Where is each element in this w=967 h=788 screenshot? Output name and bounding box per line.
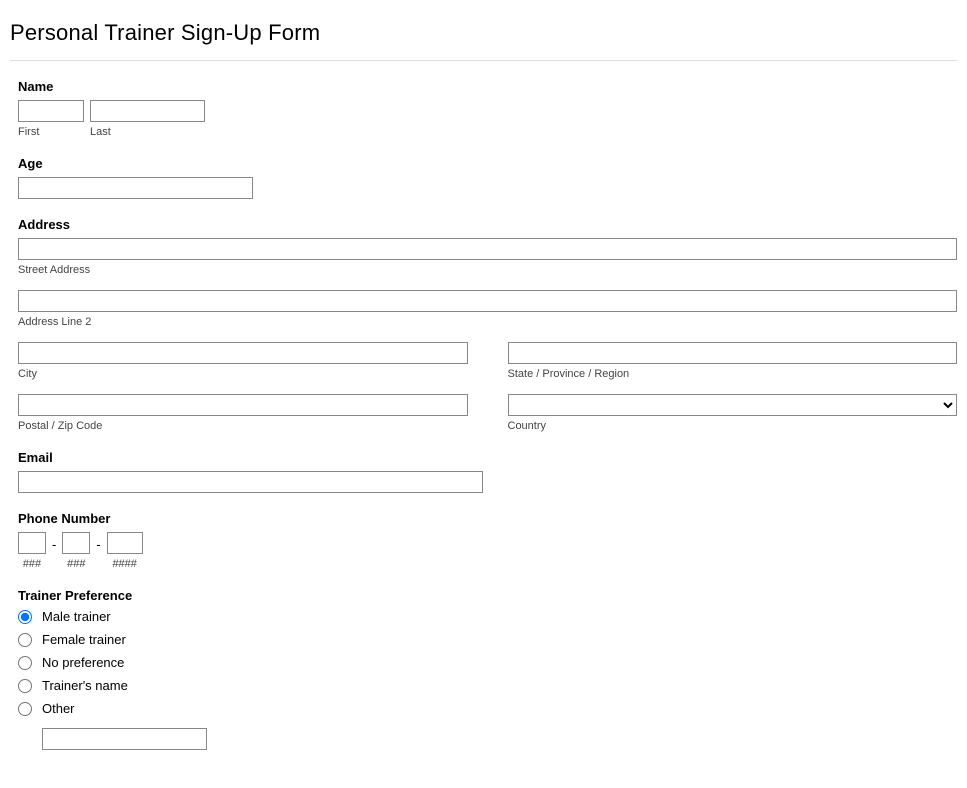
phone-field: Phone Number ### - ### - #### bbox=[10, 511, 957, 570]
phone-dash-2: - bbox=[96, 537, 100, 552]
radio-named[interactable]: Trainer's name bbox=[18, 678, 957, 693]
radio-named-input[interactable] bbox=[18, 679, 32, 693]
radio-male[interactable]: Male trainer bbox=[18, 609, 957, 624]
phone-part1-input[interactable] bbox=[18, 532, 46, 554]
radio-named-label: Trainer's name bbox=[42, 678, 128, 693]
postal-sublabel: Postal / Zip Code bbox=[18, 420, 468, 432]
page-title: Personal Trainer Sign-Up Form bbox=[10, 20, 957, 46]
radio-other-input[interactable] bbox=[18, 702, 32, 716]
name-label: Name bbox=[18, 79, 957, 94]
first-name-input[interactable] bbox=[18, 100, 84, 122]
address-line2-sublabel: Address Line 2 bbox=[18, 316, 957, 328]
age-field: Age bbox=[10, 156, 957, 199]
country-sublabel: Country bbox=[508, 420, 958, 432]
radio-other[interactable]: Other bbox=[18, 701, 957, 716]
street-address-input[interactable] bbox=[18, 238, 957, 260]
phone-part3-input[interactable] bbox=[107, 532, 143, 554]
divider bbox=[10, 60, 957, 61]
trainer-pref-field: Trainer Preference Male trainer Female t… bbox=[10, 588, 957, 750]
phone-sub3: #### bbox=[112, 558, 136, 570]
phone-sub2: ### bbox=[67, 558, 85, 570]
city-sublabel: City bbox=[18, 368, 468, 380]
radio-none[interactable]: No preference bbox=[18, 655, 957, 670]
trainer-pref-label: Trainer Preference bbox=[18, 588, 957, 603]
phone-part2-input[interactable] bbox=[62, 532, 90, 554]
postal-input[interactable] bbox=[18, 394, 468, 416]
name-field: Name First Last bbox=[10, 79, 957, 138]
radio-female-input[interactable] bbox=[18, 633, 32, 647]
phone-dash-1: - bbox=[52, 537, 56, 552]
address-field: Address Street Address Address Line 2 Ci… bbox=[10, 217, 957, 432]
email-label: Email bbox=[18, 450, 957, 465]
phone-sub1: ### bbox=[23, 558, 41, 570]
radio-other-label: Other bbox=[42, 701, 75, 716]
phone-label: Phone Number bbox=[18, 511, 957, 526]
radio-female[interactable]: Female trainer bbox=[18, 632, 957, 647]
radio-male-input[interactable] bbox=[18, 610, 32, 624]
city-input[interactable] bbox=[18, 342, 468, 364]
address-line2-input[interactable] bbox=[18, 290, 957, 312]
age-label: Age bbox=[18, 156, 957, 171]
address-label: Address bbox=[18, 217, 957, 232]
state-sublabel: State / Province / Region bbox=[508, 368, 958, 380]
email-input[interactable] bbox=[18, 471, 483, 493]
country-select[interactable] bbox=[508, 394, 958, 416]
radio-none-input[interactable] bbox=[18, 656, 32, 670]
last-name-sublabel: Last bbox=[90, 126, 205, 138]
last-name-input[interactable] bbox=[90, 100, 205, 122]
radio-none-label: No preference bbox=[42, 655, 124, 670]
state-input[interactable] bbox=[508, 342, 958, 364]
radio-male-label: Male trainer bbox=[42, 609, 111, 624]
other-text-input[interactable] bbox=[42, 728, 207, 750]
street-address-sublabel: Street Address bbox=[18, 264, 957, 276]
first-name-sublabel: First bbox=[18, 126, 84, 138]
age-input[interactable] bbox=[18, 177, 253, 199]
email-field: Email bbox=[10, 450, 957, 493]
radio-female-label: Female trainer bbox=[42, 632, 126, 647]
